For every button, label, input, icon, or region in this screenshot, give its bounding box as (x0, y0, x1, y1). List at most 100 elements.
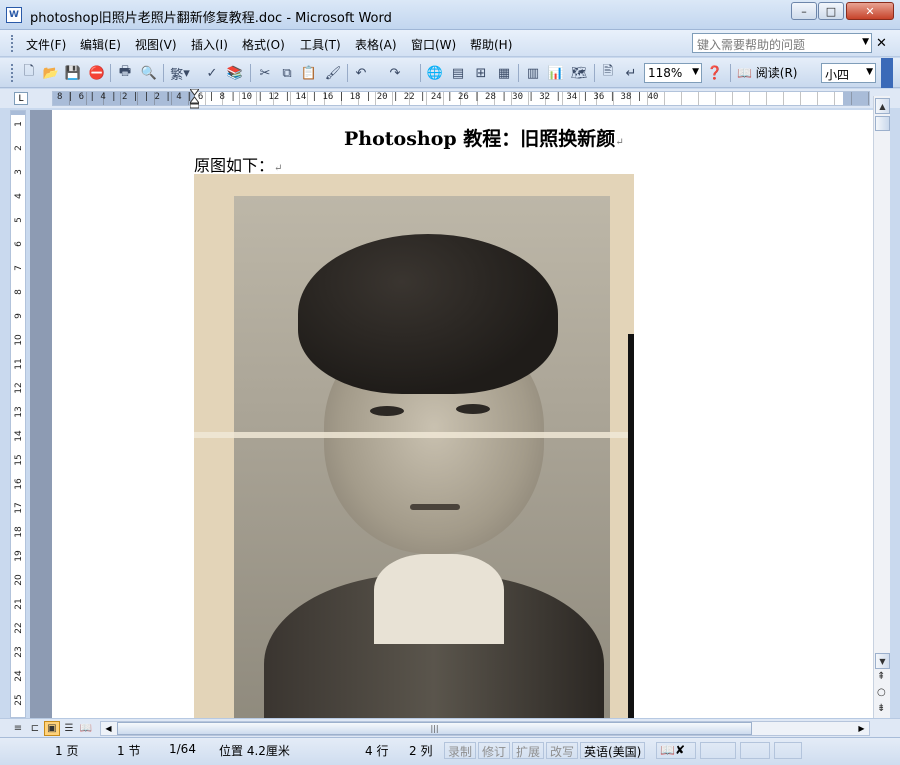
reading-layout-icon[interactable]: 📖 (78, 721, 94, 736)
open-folder-icon[interactable]: 📂 (42, 64, 60, 82)
save-icon[interactable]: 💾 (64, 64, 82, 82)
tables-borders-icon[interactable]: ▤ (449, 64, 467, 82)
status-section[interactable]: 1 节 (114, 742, 143, 759)
print-preview-icon[interactable]: 🔍 (140, 64, 158, 82)
paragraph-mark-icon[interactable]: ↵ (622, 64, 640, 82)
indent-marker-icon[interactable] (190, 89, 199, 109)
status-position[interactable]: 位置 4.2厘米 (216, 742, 293, 759)
menu-file[interactable]: 文件(F) (26, 36, 66, 53)
font-size-select[interactable]: 小四 ▼ (821, 63, 876, 83)
minimize-button[interactable]: – (791, 2, 817, 20)
status-overtype[interactable]: 改写 (546, 742, 579, 759)
columns-icon[interactable]: ▥ (524, 64, 542, 82)
scroll-right-icon[interactable]: ▶ (854, 722, 869, 735)
status-line[interactable]: 4 行 (362, 742, 391, 759)
hyperlink-icon[interactable]: 🌐 (426, 64, 444, 82)
photo-torn-edge (628, 334, 634, 718)
document-paragraph[interactable]: 原图如下：↵ (194, 152, 282, 176)
scroll-down-icon[interactable]: ▼ (875, 653, 890, 669)
horizontal-scroll-thumb[interactable]: ||| (117, 722, 752, 735)
status-extend[interactable]: 扩展 (512, 742, 545, 759)
menu-tools[interactable]: 工具(T) (300, 36, 341, 53)
vruler-number: 7 (14, 265, 24, 271)
scroll-left-icon[interactable]: ◀ (101, 722, 116, 735)
outline-view-icon[interactable]: ☰ (61, 721, 77, 736)
help-search-input[interactable]: 键入需要帮助的问题 ▼ (692, 33, 872, 53)
document-area[interactable]: Photoshop 教程：旧照换新颜↵ 原图如下：↵ (30, 110, 873, 718)
paste-icon[interactable]: 📋 (300, 64, 318, 82)
old-photo-image[interactable] (194, 174, 634, 718)
maximize-button[interactable]: □ (818, 2, 844, 20)
menu-edit[interactable]: 编辑(E) (80, 36, 121, 53)
word-app-icon[interactable]: W (6, 7, 22, 23)
close-button[interactable]: ✕ (846, 2, 894, 20)
font-size-value: 小四 (825, 68, 850, 82)
research-icon[interactable]: 📚 (226, 64, 244, 82)
toolbar-grip-handle[interactable] (11, 64, 14, 82)
web-layout-icon[interactable]: ⊏ (27, 721, 43, 736)
spelling-icon[interactable]: ✓ (203, 64, 221, 82)
document-title[interactable]: Photoshop 教程：旧照换新颜↵ (344, 124, 624, 151)
menu-grip-handle[interactable] (11, 35, 14, 52)
vruler-number: 25 (14, 694, 24, 706)
title-bar: W photoshop旧照片老照片翻新修复教程.doc - Microsoft … (0, 0, 900, 30)
spelling-status-icon[interactable]: 📖✘ (656, 742, 696, 759)
menu-view[interactable]: 视图(V) (135, 36, 177, 53)
vruler-number: 20 (14, 574, 24, 586)
status-page[interactable]: 1 页 (52, 742, 81, 759)
help-icon[interactable]: ❓ (706, 64, 724, 82)
print-icon[interactable]: 🖶 (116, 64, 134, 82)
paragraph-mark: ↵ (274, 163, 283, 174)
menu-window[interactable]: 窗口(W) (411, 36, 456, 53)
undo-icon[interactable]: ↶ (352, 64, 370, 82)
document-close-button[interactable]: ✕ (876, 36, 887, 51)
menu-table[interactable]: 表格(A) (355, 36, 397, 53)
insert-table-icon[interactable]: ⊞ (472, 64, 490, 82)
vertical-scroll-thumb[interactable] (875, 116, 890, 131)
previous-page-icon[interactable]: ⇞ (877, 671, 885, 682)
standard-toolbar: 🗋 📂 💾 ⛔ 🖶 🔍 繁 ▾ ✓ 📚 ✂ ⧉ 📋 🖌 ↶ ↷ 🌐 ▤ ⊞ ▦ ▥… (0, 58, 900, 88)
insert-excel-icon[interactable]: ▦ (495, 64, 513, 82)
font-size-dropdown-icon[interactable]: ▼ (866, 67, 873, 77)
permission-icon[interactable]: ⛔ (88, 64, 106, 82)
status-page-count[interactable]: 1/64 (166, 742, 199, 759)
cut-icon[interactable]: ✂ (256, 64, 274, 82)
photo-crease (194, 432, 634, 438)
next-page-icon[interactable]: ⇟ (877, 703, 885, 714)
vruler-number: 24 (14, 670, 24, 682)
new-document-icon[interactable]: 🗋 (20, 64, 38, 82)
help-dropdown-icon[interactable]: ▼ (862, 37, 869, 47)
status-column[interactable]: 2 列 (406, 742, 435, 759)
vruler-number: 3 (14, 169, 24, 175)
menu-insert[interactable]: 插入(I) (191, 36, 228, 53)
top-margin-area (11, 111, 25, 115)
tab-selector-button[interactable]: L (14, 92, 28, 105)
scroll-up-icon[interactable]: ▲ (875, 98, 890, 114)
document-map-icon[interactable]: 🗺 (570, 64, 588, 82)
copy-icon[interactable]: ⧉ (278, 64, 296, 82)
print-layout-icon[interactable]: ▣ (44, 721, 60, 736)
vruler-number: 23 (14, 646, 24, 658)
traditional-chinese-conversion-icon[interactable]: 繁 ▾ (168, 64, 192, 83)
toolbar-overflow-button[interactable] (881, 58, 893, 88)
menu-format[interactable]: 格式(O) (242, 36, 285, 53)
select-browse-object-icon[interactable]: ○ (877, 687, 886, 698)
show-hide-icon[interactable]: 🖹 (599, 64, 617, 82)
normal-view-icon[interactable]: ≡ (10, 721, 26, 736)
redo-icon[interactable]: ↷ (386, 64, 404, 82)
horizontal-ruler[interactable]: 8 | 6 | 4 | 2 | | 2 | 4 | 6 | 8 | 10 | 1… (52, 91, 870, 106)
status-language[interactable]: 英语(美国) (580, 742, 646, 759)
zoom-select[interactable]: 118% ▼ (644, 63, 702, 83)
vertical-scrollbar[interactable]: ▲ ▼ ⇞ ○ ⇟ (873, 96, 890, 718)
drawing-icon[interactable]: 📊 (547, 64, 565, 82)
status-track-changes[interactable]: 修订 (478, 742, 511, 759)
format-painter-icon[interactable]: 🖌 (324, 64, 342, 82)
document-title-text: Photoshop 教程：旧照换新颜 (344, 128, 616, 150)
status-record-macro[interactable]: 录制 (444, 742, 477, 759)
menu-help[interactable]: 帮助(H) (470, 36, 512, 53)
vertical-ruler[interactable]: 1 2 3 4 5 6 7 8 9 10 11 12 13 14 15 16 1… (10, 110, 26, 718)
horizontal-scrollbar[interactable]: ◀ ||| ▶ (100, 721, 870, 736)
zoom-dropdown-icon[interactable]: ▼ (692, 67, 699, 77)
zoom-value: 118% (648, 66, 683, 80)
read-mode-button[interactable]: 📖 阅读(R) (737, 64, 797, 81)
